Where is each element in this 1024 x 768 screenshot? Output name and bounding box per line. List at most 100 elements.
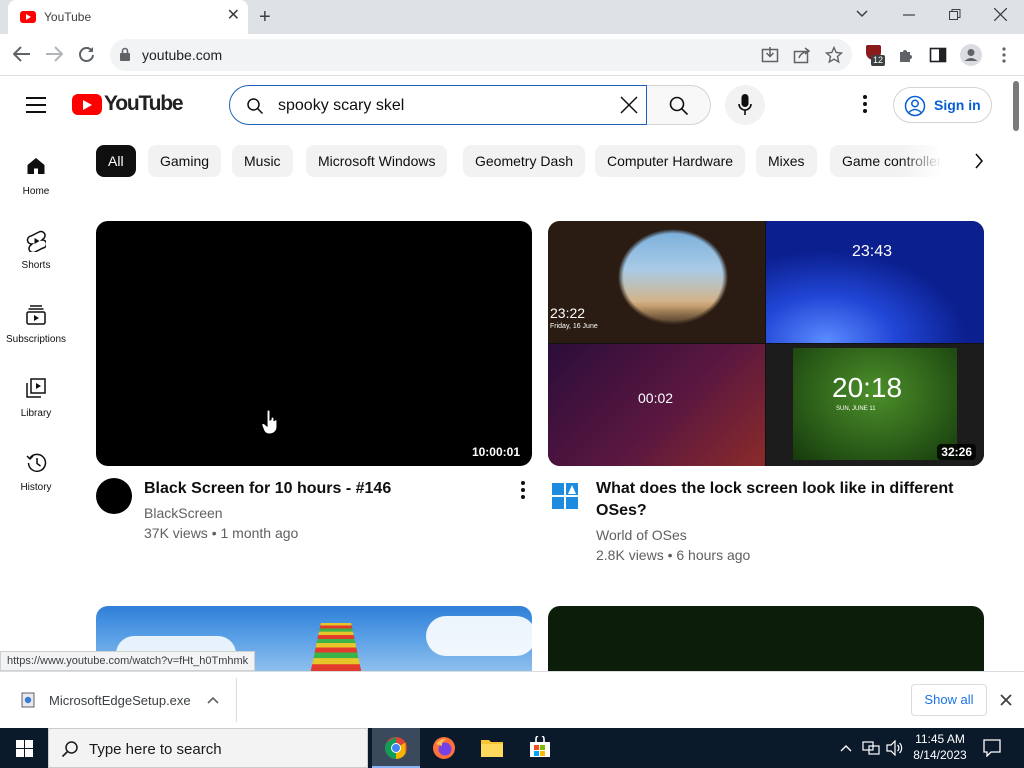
browser-tab[interactable]: YouTube ✕ <box>8 0 248 34</box>
bookmark-star-icon[interactable] <box>825 46 843 64</box>
close-window-icon[interactable] <box>994 8 1007 21</box>
subscriptions-icon <box>26 305 46 325</box>
video-title[interactable]: Black Screen for 10 hours - #146 <box>144 478 391 500</box>
search-button[interactable] <box>647 85 711 125</box>
minimize-icon[interactable] <box>903 14 915 16</box>
taskbar-clock[interactable]: 11:45 AM 8/14/2023 <box>910 731 970 763</box>
video-channel[interactable]: BlackScreen <box>144 503 223 523</box>
youtube-play-logo-icon <box>72 94 102 115</box>
search-input[interactable] <box>278 95 608 117</box>
extension-shield-icon[interactable]: 12 <box>864 44 886 66</box>
download-shelf: MicrosoftEdgeSetup.exe Show all <box>0 671 1024 728</box>
video-title-line-1[interactable]: What does the lock screen look like in d… <box>596 478 953 500</box>
chip-gaming[interactable]: Gaming <box>148 145 222 177</box>
video-more-actions-icon[interactable] <box>518 481 528 501</box>
voice-search-button[interactable] <box>725 85 765 125</box>
chip-computer-hardware[interactable]: Computer Hardware <box>595 145 746 177</box>
sidebar-item-home[interactable]: Home <box>0 152 72 212</box>
taskbar-search-placeholder: Type here to search <box>89 741 222 758</box>
taskbar-file-explorer-app[interactable] <box>468 728 516 768</box>
youtube-favicon-icon <box>20 11 36 23</box>
show-all-downloads-button[interactable]: Show all <box>911 684 987 716</box>
notifications-icon[interactable] <box>983 739 1001 757</box>
microphone-icon <box>738 94 752 115</box>
clear-search-icon[interactable] <box>620 96 638 114</box>
taskbar-search-box[interactable]: Type here to search <box>48 728 368 768</box>
sidebar-item-label: Subscriptions <box>5 334 67 345</box>
chip-microsoft-windows[interactable]: Microsoft Windows <box>306 145 448 177</box>
forward-icon[interactable] <box>45 46 63 62</box>
tab-search-chevron-icon[interactable] <box>856 10 868 18</box>
profile-avatar-icon[interactable] <box>960 44 982 66</box>
sidebar-item-label: Shorts <box>21 260 51 271</box>
sidebar-item-subscriptions[interactable]: Subscriptions <box>0 300 72 360</box>
tray-overflow-chevron-icon[interactable] <box>840 744 852 752</box>
video-thumbnail-lock-screens[interactable]: 23:22 Friday, 16 June 23:43 00:02 20:18 … <box>548 221 984 466</box>
reload-icon[interactable] <box>78 46 95 63</box>
sign-in-button[interactable]: Sign in <box>893 87 992 123</box>
thumb-quadrant-ubuntu: 00:02 <box>548 344 765 466</box>
thumb-time-1: 23:22 <box>550 305 586 321</box>
store-bag-icon <box>530 736 550 757</box>
close-shelf-icon[interactable] <box>1000 694 1012 706</box>
install-app-icon[interactable] <box>761 46 779 64</box>
back-icon[interactable] <box>13 46 31 62</box>
thumb-date-4: SUN, JUNE 11 <box>836 406 876 412</box>
video-thumbnail-black-screen[interactable]: 10:00:01 <box>96 221 532 466</box>
channel-avatar-world-of-oses[interactable] <box>551 482 579 510</box>
lock-icon[interactable] <box>120 47 130 61</box>
windows-start-icon[interactable] <box>16 740 33 757</box>
sidebar-item-history[interactable]: History <box>0 448 72 508</box>
taskbar-store-app[interactable] <box>516 728 564 768</box>
share-icon[interactable] <box>793 46 811 64</box>
browser-menu-icon[interactable] <box>995 46 1013 64</box>
search-button-icon <box>669 96 689 116</box>
youtube-header: YouTube Sign in <box>0 77 1008 133</box>
taskbar-firefox-app[interactable] <box>420 728 468 768</box>
clock-date: 8/14/2023 <box>913 748 967 762</box>
video-channel[interactable]: World of OSes <box>596 525 687 545</box>
page-scrollbar[interactable] <box>1008 77 1024 671</box>
chips-fade <box>900 140 960 180</box>
scrollbar-thumb[interactable] <box>1013 81 1019 131</box>
taskbar-chrome-app[interactable] <box>372 728 420 768</box>
video-duration: 10:00:01 <box>467 444 524 460</box>
chip-geometry-dash[interactable]: Geometry Dash <box>463 145 586 177</box>
hamburger-menu-icon[interactable] <box>26 97 46 113</box>
new-tab-icon[interactable]: + <box>259 6 271 29</box>
youtube-logo-text: YouTube <box>104 92 184 115</box>
volume-icon[interactable] <box>886 740 904 756</box>
download-file-name[interactable]: MicrosoftEdgeSetup.exe <box>49 693 191 708</box>
chip-all[interactable]: All <box>96 145 136 177</box>
library-icon <box>26 378 46 398</box>
chips-next-chevron-icon[interactable] <box>974 153 984 169</box>
history-icon <box>26 453 47 472</box>
search-box[interactable] <box>229 85 647 125</box>
extensions-puzzle-icon[interactable] <box>897 46 915 64</box>
download-options-chevron-icon[interactable] <box>207 696 219 704</box>
sidebar-item-label: History <box>20 482 52 493</box>
chip-music[interactable]: Music <box>232 145 293 177</box>
shelf-divider <box>236 678 237 722</box>
hand-pointer-cursor-icon <box>261 409 278 435</box>
sidebar-item-label: Home <box>22 186 50 197</box>
address-bar[interactable]: youtube.com <box>110 39 852 71</box>
channel-avatar-blackscreen[interactable] <box>96 478 132 514</box>
browser-toolbar: youtube.com 12 <box>0 34 1024 76</box>
settings-more-icon[interactable] <box>862 95 868 115</box>
video-duration: 32:26 <box>937 444 976 460</box>
sidebar-item-library[interactable]: Library <box>0 374 72 434</box>
chip-mixes[interactable]: Mixes <box>756 145 817 177</box>
thumb-time-3: 00:02 <box>638 390 674 406</box>
clock-time: 11:45 AM <box>915 732 965 746</box>
windows-taskbar: Type here to search 11:45 AM 8/14/2023 <box>0 728 1024 768</box>
network-icon[interactable] <box>862 740 880 756</box>
search-icon <box>247 98 264 115</box>
extension-badge: 12 <box>871 55 886 66</box>
tab-close-icon[interactable]: ✕ <box>227 8 240 24</box>
sidebar-item-label: Library <box>20 408 52 419</box>
sidebar-item-shorts[interactable]: Shorts <box>0 226 72 286</box>
video-title-line-2[interactable]: OSes? <box>596 500 647 522</box>
restore-icon[interactable] <box>949 9 961 21</box>
side-panel-icon[interactable] <box>929 46 947 64</box>
